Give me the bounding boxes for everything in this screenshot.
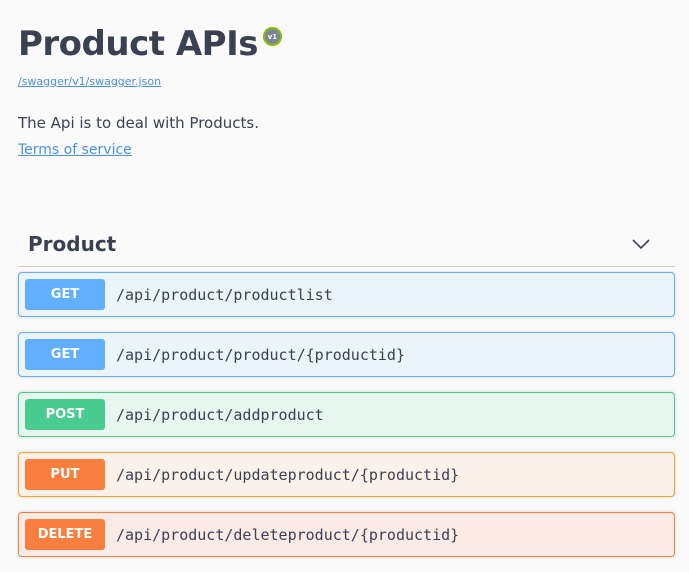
operation-path: /api/product/product/{productid} [116, 345, 405, 364]
method-badge: GET [25, 339, 105, 370]
operation-post-addproduct[interactable]: POST /api/product/addproduct [18, 392, 675, 437]
operation-get-product[interactable]: GET /api/product/product/{productid} [18, 332, 675, 377]
operation-get-productlist[interactable]: GET /api/product/productlist [18, 272, 675, 317]
swagger-json-link[interactable]: /swagger/v1/swagger.json [18, 75, 161, 88]
swagger-page: Product APIs v1 /swagger/v1/swagger.json… [0, 0, 689, 572]
terms-of-service-link[interactable]: Terms of service [18, 142, 132, 158]
version-badge: v1 [262, 27, 282, 46]
operation-path: /api/product/updateproduct/{productid} [116, 465, 460, 484]
tag-product-header[interactable]: Product [18, 222, 675, 267]
method-badge: DELETE [25, 519, 105, 550]
page-title: Product APIs [18, 24, 258, 64]
method-badge: POST [25, 399, 105, 430]
operation-delete-deleteproduct[interactable]: DELETE /api/product/deleteproduct/{produ… [18, 512, 675, 557]
chevron-down-icon[interactable] [631, 237, 651, 251]
operation-path: /api/product/deleteproduct/{productid} [116, 525, 460, 544]
operation-path: /api/product/productlist [116, 285, 333, 304]
operation-put-updateproduct[interactable]: PUT /api/product/updateproduct/{producti… [18, 452, 675, 497]
tag-name: Product [28, 232, 117, 256]
operation-path: /api/product/addproduct [116, 405, 324, 424]
method-badge: PUT [25, 459, 105, 490]
method-badge: GET [25, 279, 105, 310]
api-description: The Api is to deal with Products. [18, 114, 259, 132]
title-row: Product APIs v1 [18, 22, 282, 66]
